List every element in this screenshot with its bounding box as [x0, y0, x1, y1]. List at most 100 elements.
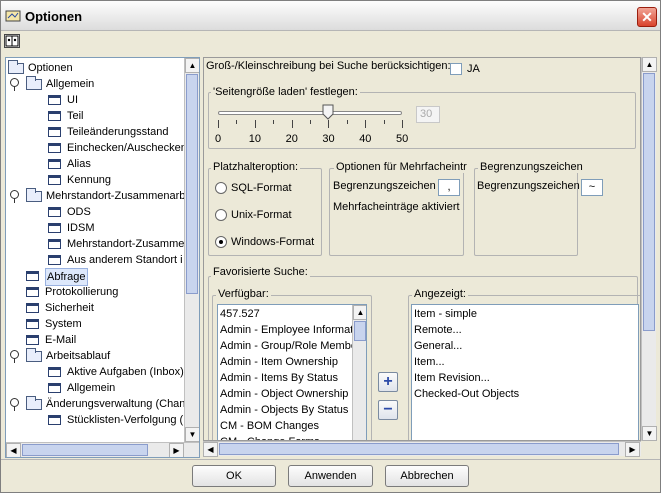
- add-to-shown-button[interactable]: +: [378, 372, 398, 392]
- tree-item-label: Einchecken/Auschecken: [67, 142, 187, 154]
- tree-item[interactable]: Änderungsverwaltung (Chan: [6, 396, 185, 412]
- case-sensitivity-checkbox[interactable]: [450, 63, 462, 75]
- slider-tick: [383, 120, 385, 124]
- ok-button[interactable]: OK: [192, 465, 276, 487]
- page-icon: [26, 271, 39, 281]
- page-icon: [48, 415, 61, 425]
- options-tree[interactable]: Optionen Allgemein UI Teil Teileänderungssta…: [5, 57, 200, 458]
- close-button[interactable]: ✕: [637, 7, 657, 27]
- tree-item[interactable]: Teileänderungsstand: [6, 124, 184, 140]
- multi-delimiter-input[interactable]: ,: [438, 179, 460, 196]
- scroll-thumb[interactable]: [354, 321, 366, 341]
- shown-list-item[interactable]: Item Revision...: [414, 370, 490, 386]
- page-icon: [26, 335, 39, 345]
- expand-toggle-icon[interactable]: [10, 398, 19, 411]
- scroll-down-arrow-icon[interactable]: ▼: [642, 426, 657, 441]
- scroll-down-arrow-icon[interactable]: ▼: [185, 427, 199, 442]
- scroll-thumb[interactable]: [186, 74, 198, 294]
- tree-item-label: Alias: [67, 158, 91, 170]
- page-size-slider[interactable]: [218, 104, 404, 134]
- scroll-left-arrow-icon[interactable]: ◀: [6, 443, 21, 457]
- page-icon: [48, 255, 61, 265]
- scroll-right-arrow-icon[interactable]: ▶: [169, 443, 184, 457]
- page-icon: [26, 287, 39, 297]
- available-list-item[interactable]: Admin - Group/Role Member: [220, 338, 361, 354]
- remove-from-shown-button[interactable]: −: [378, 400, 398, 420]
- available-list-item[interactable]: CM - Change Forms: [220, 434, 320, 440]
- page-icon: [48, 95, 61, 105]
- tree-item[interactable]: Sicherheit: [6, 300, 184, 316]
- available-scrollbar[interactable]: ▲: [352, 305, 366, 440]
- panel-horizontal-scrollbar[interactable]: ◀ ▶: [203, 441, 641, 457]
- available-list[interactable]: 457.527 Admin - Employee Informati Admin -…: [217, 304, 367, 440]
- scroll-thumb[interactable]: [22, 444, 148, 456]
- shown-list-item[interactable]: General...: [414, 338, 462, 354]
- expand-toggle-icon[interactable]: [10, 350, 19, 363]
- slider-tick-label: 50: [396, 133, 409, 145]
- tree-item[interactable]: Stücklisten-Verfolgung (E: [6, 412, 191, 428]
- scroll-up-arrow-icon[interactable]: ▲: [353, 305, 366, 320]
- tree-horizontal-scrollbar[interactable]: ◀ ▶: [6, 442, 199, 457]
- slider-thumb[interactable]: [322, 104, 334, 120]
- delimiter-input[interactable]: ~: [581, 179, 603, 196]
- tree-item[interactable]: Aus anderem Standort i: [6, 252, 184, 268]
- available-list-item[interactable]: Admin - Objects By Status: [220, 402, 348, 418]
- scroll-up-arrow-icon[interactable]: ▲: [642, 57, 657, 72]
- shown-list-item[interactable]: Remote...: [414, 322, 462, 338]
- available-list-item[interactable]: Admin - Employee Informati: [220, 322, 356, 338]
- tree-item[interactable]: Einchecken/Auschecken: [6, 140, 187, 156]
- shown-list-item[interactable]: Item - simple: [414, 306, 477, 322]
- footer-divider: [1, 459, 660, 460]
- tree-vertical-scrollbar[interactable]: ▲ ▼: [184, 58, 199, 442]
- help-book-icon[interactable]: [4, 34, 20, 48]
- tree-item[interactable]: Protokollierung: [6, 284, 184, 300]
- available-list-item[interactable]: 457.527: [220, 306, 260, 322]
- page-size-group-label: 'Seitengröße laden' festlegen:: [211, 86, 360, 98]
- slider-tick: [254, 120, 256, 128]
- radio-sql-format[interactable]: [215, 182, 227, 194]
- tree-item[interactable]: IDSM: [6, 220, 184, 236]
- shown-list-item[interactable]: Item...: [414, 354, 445, 370]
- expand-toggle-icon[interactable]: [10, 190, 19, 203]
- tree-item[interactable]: Allgemein: [6, 380, 184, 396]
- tree-item-label: Aus anderem Standort i: [67, 254, 183, 266]
- tree-item[interactable]: Kennung: [6, 172, 184, 188]
- tree-item[interactable]: Allgemein: [6, 76, 184, 92]
- tree-item[interactable]: Mehrstandort-Zusammenarb: [6, 188, 185, 204]
- expand-toggle-icon[interactable]: [10, 78, 19, 91]
- panel-vertical-scrollbar[interactable]: ▲ ▼: [641, 57, 657, 441]
- available-list-item[interactable]: Admin - Object Ownership: [220, 386, 348, 402]
- tree-item[interactable]: E-Mail: [6, 332, 184, 348]
- cancel-button[interactable]: Abbrechen: [385, 465, 469, 487]
- page-size-input[interactable]: 30: [416, 106, 440, 123]
- tree-item[interactable]: UI: [6, 92, 184, 108]
- scroll-right-arrow-icon[interactable]: ▶: [625, 442, 640, 457]
- tree-item[interactable]: Aktive Aufgaben (Inbox): [6, 364, 184, 380]
- scroll-up-arrow-icon[interactable]: ▲: [185, 58, 199, 73]
- tree-item[interactable]: ODS: [6, 204, 184, 220]
- available-list-item[interactable]: Admin - Item Ownership: [220, 354, 338, 370]
- radio-unix-format-label: Unix-Format: [231, 209, 292, 221]
- tree-item-label: Arbeitsablauf: [46, 350, 111, 362]
- radio-sql-format-label: SQL-Format: [231, 182, 292, 194]
- page-icon: [48, 143, 61, 153]
- available-list-item[interactable]: Admin - Items By Status: [220, 370, 338, 386]
- radio-unix-format[interactable]: [215, 209, 227, 221]
- tree-item[interactable]: Mehrstandort-Zusammen: [6, 236, 191, 252]
- tree-item[interactable]: System: [6, 316, 184, 332]
- tree-item-label: Optionen: [28, 62, 73, 74]
- tree-item[interactable]: Alias: [6, 156, 184, 172]
- tree-item[interactable]: Abfrage: [6, 268, 184, 286]
- shown-list-item[interactable]: Checked-Out Objects: [414, 386, 519, 402]
- tree-item[interactable]: Optionen: [6, 60, 184, 76]
- tree-item[interactable]: Teil: [6, 108, 184, 124]
- apply-button[interactable]: Anwenden: [288, 465, 373, 487]
- shown-list[interactable]: Item - simple Remote... General... Item... I…: [411, 304, 639, 440]
- scroll-thumb[interactable]: [219, 443, 619, 455]
- scroll-left-arrow-icon[interactable]: ◀: [203, 442, 218, 457]
- scroll-thumb[interactable]: [643, 73, 655, 331]
- tree-item[interactable]: Arbeitsablauf: [6, 348, 184, 364]
- radio-windows-format[interactable]: [215, 236, 227, 248]
- available-list-item[interactable]: CM - BOM Changes: [220, 418, 319, 434]
- tree-item-label: Protokollierung: [45, 286, 119, 298]
